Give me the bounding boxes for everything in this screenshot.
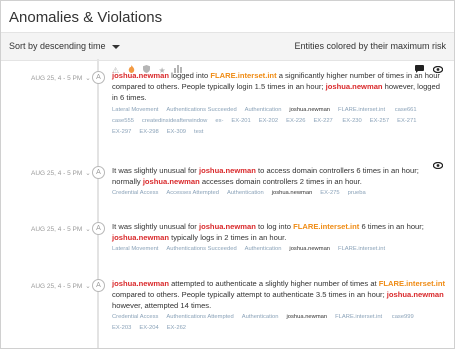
- entry-time: AUG 25, 4 - 5 PM ⌄: [31, 75, 91, 82]
- tag[interactable]: EX-227: [313, 116, 332, 127]
- tag[interactable]: EX-230: [342, 116, 361, 127]
- tag[interactable]: prueba: [348, 188, 366, 199]
- host-link[interactable]: FLARE.interset.int: [379, 279, 445, 288]
- entry-time: AUG 25, 4 - 5 PM ⌄: [31, 226, 91, 233]
- tag[interactable]: joshua.newman: [289, 105, 330, 116]
- tag[interactable]: EX-257: [370, 116, 389, 127]
- avatar[interactable]: A: [92, 222, 105, 235]
- caret-down-icon[interactable]: [112, 45, 120, 49]
- user-link[interactable]: joshua.newman: [112, 279, 169, 288]
- entry-actions: ⚠ ★: [112, 60, 186, 75]
- tag[interactable]: case999: [392, 312, 414, 323]
- tag[interactable]: joshua.newman: [272, 188, 313, 199]
- tag[interactable]: Lateral Movement: [112, 105, 158, 116]
- tag[interactable]: FLARE.interset.int: [338, 105, 385, 116]
- tag-list: Lateral Movement Authentications Succeede…: [112, 105, 447, 138]
- anomaly-description: joshua.newman logged into FLARE.interset…: [112, 71, 440, 102]
- tag[interactable]: EX-275: [320, 188, 339, 199]
- tag[interactable]: case555: [112, 116, 134, 127]
- tag[interactable]: Lateral Movement: [112, 244, 158, 255]
- tag[interactable]: joshua.newman: [287, 312, 328, 323]
- user-link[interactable]: joshua.newman: [326, 82, 383, 91]
- user-link[interactable]: joshua.newman: [199, 166, 256, 175]
- avatar[interactable]: A: [92, 166, 105, 179]
- entity-color-note: Entities colored by their maximum risk: [294, 41, 446, 51]
- tag[interactable]: Accesses Attempted: [166, 188, 219, 199]
- tag[interactable]: Authentications Succeeded: [166, 244, 236, 255]
- tag-list: Credential Access Accesses Attempted Authe…: [112, 188, 447, 199]
- tag[interactable]: createdinsideafterwindow: [142, 116, 207, 127]
- entry-time: AUG 25, 4 - 5 PM ⌄: [31, 283, 91, 290]
- tag[interactable]: joshua.newman: [289, 244, 330, 255]
- tag[interactable]: EX-202: [259, 116, 278, 127]
- tag[interactable]: Authentication: [227, 188, 264, 199]
- user-link[interactable]: joshua.newman: [112, 71, 169, 80]
- tag-list: Lateral Movement Authentications Succeede…: [112, 244, 447, 255]
- user-link[interactable]: joshua.newman: [199, 222, 256, 231]
- comment-icon[interactable]: [414, 60, 424, 73]
- tag[interactable]: EX-309: [167, 127, 186, 138]
- avatar[interactable]: A: [92, 279, 105, 292]
- tag[interactable]: EX-226: [286, 116, 305, 127]
- tag[interactable]: EX-204: [139, 323, 158, 334]
- tag[interactable]: Authentication: [245, 244, 282, 255]
- user-link[interactable]: joshua.newman: [112, 233, 169, 242]
- tag[interactable]: Authentications Succeeded: [166, 105, 236, 116]
- anomaly-description: joshua.newman attempted to authenticate …: [112, 279, 446, 310]
- tag[interactable]: FLARE.interset.int: [338, 244, 385, 255]
- tag[interactable]: EX-298: [139, 127, 158, 138]
- tag[interactable]: Authentication: [245, 105, 282, 116]
- tag[interactable]: Authentications Attempted: [166, 312, 233, 323]
- tag[interactable]: Authentication: [242, 312, 279, 323]
- tag[interactable]: case661: [395, 105, 417, 116]
- tag[interactable]: FLARE.interset.int: [335, 312, 382, 323]
- tag[interactable]: test: [194, 127, 203, 138]
- tag[interactable]: EX-201: [231, 116, 250, 127]
- timeline-line: [97, 59, 99, 348]
- tag-list: Credential Access Authentications Attempt…: [112, 312, 447, 334]
- tag[interactable]: EX-271: [397, 116, 416, 127]
- anomalies-panel: Anomalies & Violations Sort by descendin…: [0, 0, 455, 349]
- sort-bar: Sort by descending time Entities colored…: [1, 32, 454, 61]
- page-title: Anomalies & Violations: [9, 9, 163, 26]
- anomaly-description: It was slightly unusual for joshua.newma…: [112, 222, 424, 242]
- host-link[interactable]: FLARE.interset.int: [210, 71, 276, 80]
- tag[interactable]: ex-: [215, 116, 223, 127]
- host-link[interactable]: FLARE.interset.int: [293, 222, 359, 231]
- tag[interactable]: Credential Access: [112, 312, 158, 323]
- tag[interactable]: Credential Access: [112, 188, 158, 199]
- user-link[interactable]: joshua.newman: [143, 177, 200, 186]
- tag[interactable]: EX-262: [167, 323, 186, 334]
- sort-dropdown[interactable]: Sort by descending time: [9, 41, 106, 51]
- user-link[interactable]: joshua.newman: [387, 290, 444, 299]
- tag[interactable]: EX-297: [112, 127, 131, 138]
- eye-icon[interactable]: [432, 60, 444, 74]
- entry-time: AUG 25, 4 - 5 PM ⌄: [31, 170, 91, 177]
- avatar[interactable]: A: [92, 71, 105, 84]
- eye-icon[interactable]: [432, 156, 444, 170]
- tag[interactable]: EX-203: [112, 323, 131, 334]
- anomaly-description: It was slightly unusual for joshua.newma…: [112, 166, 419, 186]
